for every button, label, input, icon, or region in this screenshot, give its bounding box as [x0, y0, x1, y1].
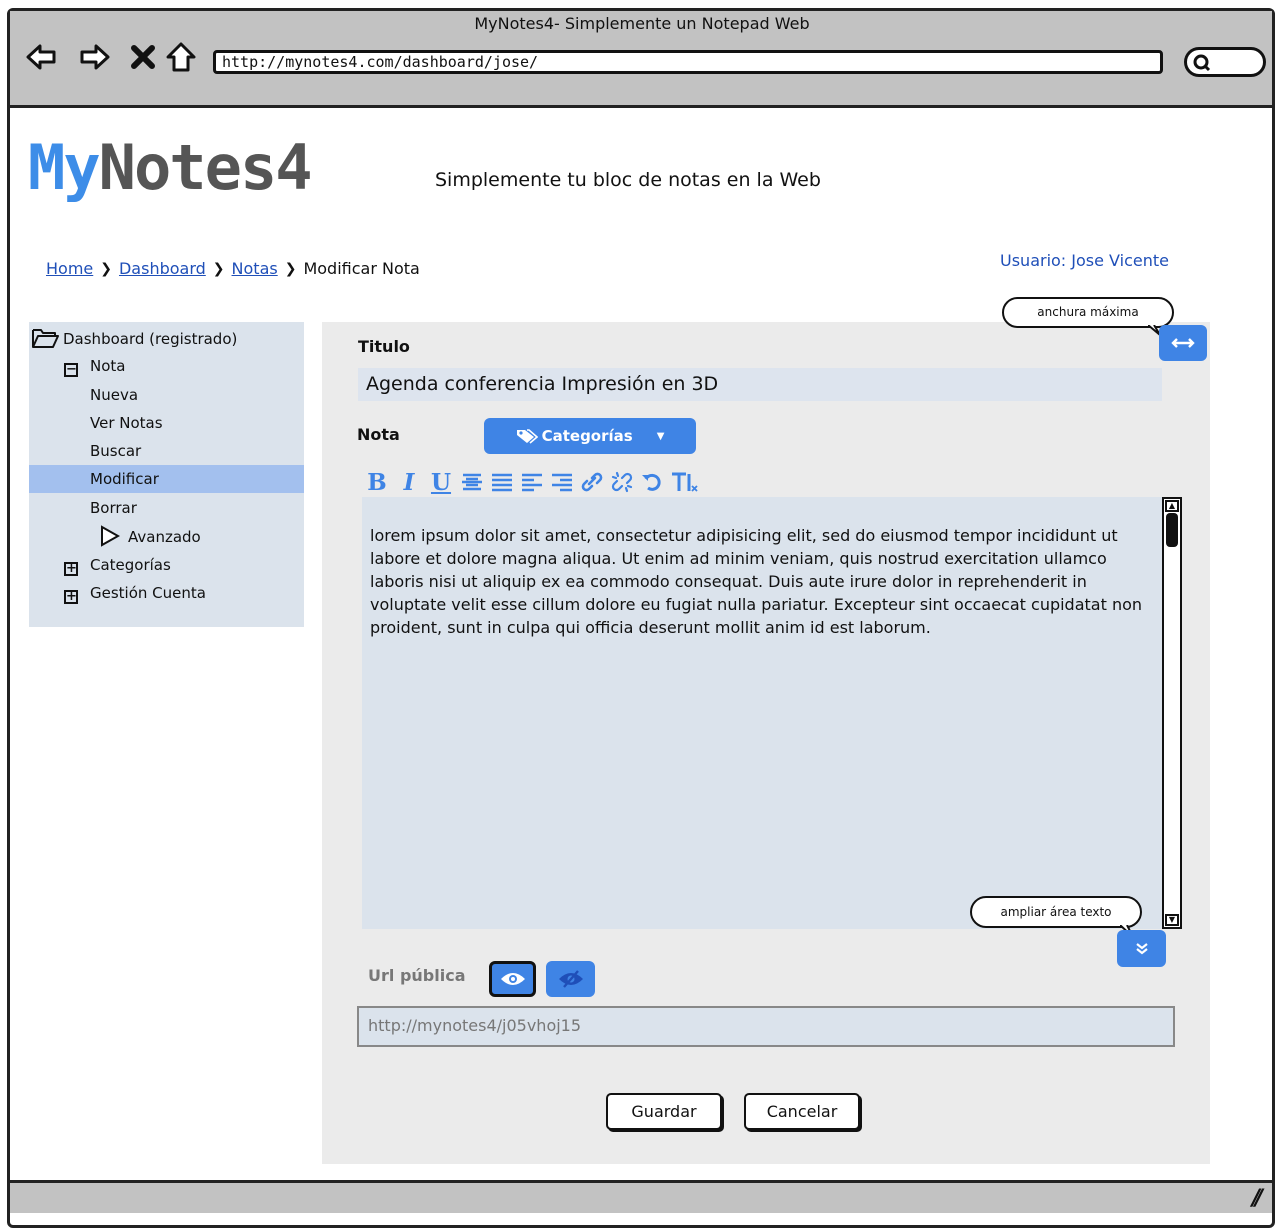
scroll-down-icon[interactable]: ▼ — [1165, 914, 1179, 926]
save-button[interactable]: Guardar — [606, 1093, 722, 1130]
logo-my: My — [28, 131, 101, 204]
logo-notes: Notes4 — [98, 131, 313, 204]
sidebar-item-dashboard[interactable]: Dashboard (registrado) — [31, 326, 237, 350]
home-icon[interactable] — [164, 40, 198, 74]
strikethrough-icon[interactable] — [460, 472, 484, 492]
note-label: Nota — [357, 425, 400, 444]
chevron-right-icon: ❯ — [100, 260, 112, 277]
sidebar-item-modificar[interactable]: Modificar — [29, 465, 304, 493]
expand-icon[interactable]: + — [64, 562, 78, 576]
public-url-label: Url pública — [368, 966, 466, 985]
italic-button[interactable]: I — [396, 469, 422, 496]
bold-button[interactable]: B — [364, 469, 390, 496]
sidebar-group-categorias[interactable]: + Categorías — [64, 554, 171, 576]
title-input[interactable]: Agenda conferencia Impresión en 3D — [358, 368, 1162, 401]
breadcrumb: Home ❯ Dashboard ❯ Notas ❯ Modificar Not… — [46, 259, 420, 278]
expand-icon[interactable]: + — [64, 590, 78, 604]
sidebar-item-label: Nota — [90, 357, 126, 375]
sidebar-group-nota[interactable]: − Nota — [64, 355, 125, 377]
site-logo[interactable]: MyNotes4 — [28, 131, 313, 204]
chevron-right-icon: ❯ — [212, 260, 225, 277]
clear-format-icon[interactable] — [670, 471, 698, 493]
breadcrumb-current: Modificar Nota — [303, 259, 420, 278]
breadcrumb-home[interactable]: Home — [46, 259, 93, 278]
link-icon[interactable] — [580, 471, 604, 493]
align-justify-icon[interactable] — [490, 472, 514, 492]
sidebar-item-label: Dashboard (registrado) — [63, 330, 238, 348]
undo-icon[interactable] — [640, 471, 664, 493]
categories-button-label: Categorías — [541, 427, 633, 445]
sidebar-group-gestion-cuenta[interactable]: + Gestión Cuenta — [64, 582, 206, 604]
sidebar-item-borrar[interactable]: Borrar — [90, 497, 137, 519]
align-left-icon[interactable] — [520, 472, 544, 492]
scroll-up-icon[interactable]: ▲ — [1165, 500, 1179, 512]
sidebar-item-avanzado[interactable]: Avanzado — [100, 525, 201, 548]
cancel-button[interactable]: Cancelar — [744, 1093, 860, 1130]
folder-open-icon — [32, 329, 59, 348]
public-url-field[interactable]: http://mynotes4/j05vhoj15 — [357, 1006, 1175, 1047]
collapse-icon[interactable]: − — [64, 363, 78, 377]
formatting-toolbar: B I U — [364, 467, 698, 497]
address-bar[interactable]: http://mynotes4.com/dashboard/jose/ — [213, 50, 1163, 74]
resize-grip-icon[interactable]: // — [1252, 1186, 1263, 1211]
categories-dropdown-button[interactable]: Categorías ▼ — [484, 418, 696, 454]
sidebar-item-nueva[interactable]: Nueva — [90, 384, 138, 406]
note-body-text[interactable]: lorem ipsum dolor sit amet, consectetur … — [370, 524, 1150, 639]
arrows-horizontal-icon — [1171, 338, 1195, 348]
user-label[interactable]: Usuario: Jose Vicente — [1000, 251, 1169, 270]
editor-scrollbar[interactable]: ▲ ▼ — [1162, 497, 1182, 929]
sidebar-item-buscar[interactable]: Buscar — [90, 440, 141, 462]
window-title: MyNotes4- Simplemente un Notepad Web — [474, 14, 810, 33]
eye-slash-icon — [558, 970, 583, 988]
browser-status-bar — [10, 1180, 1272, 1213]
breadcrumb-dashboard[interactable]: Dashboard — [119, 259, 206, 278]
callout-enlarge-text: ampliar área texto — [970, 896, 1142, 928]
enlarge-area-button[interactable] — [1117, 930, 1166, 967]
hide-public-url-button[interactable] — [546, 961, 595, 997]
forward-arrow-icon[interactable] — [78, 40, 112, 74]
tags-icon — [516, 429, 538, 444]
back-arrow-icon[interactable] — [24, 40, 58, 74]
eye-icon — [500, 973, 525, 985]
stop-icon[interactable] — [126, 40, 160, 74]
show-public-url-button[interactable] — [489, 961, 536, 997]
callout-max-width: anchura máxima — [1002, 297, 1174, 328]
title-label: Titulo — [358, 337, 410, 356]
align-right-icon[interactable] — [550, 472, 574, 492]
triangle-right-icon — [101, 525, 121, 547]
sidebar-item-label: Categorías — [90, 556, 171, 574]
double-chevron-down-icon — [1135, 942, 1148, 954]
browser-search-field[interactable] — [1184, 47, 1266, 77]
unlink-icon[interactable] — [610, 471, 634, 493]
magnifier-icon — [1193, 54, 1211, 72]
max-width-button[interactable] — [1159, 325, 1207, 361]
tagline: Simplemente tu bloc de notas en la Web — [435, 169, 821, 191]
caret-down-icon: ▼ — [656, 430, 665, 442]
underline-button[interactable]: U — [428, 469, 454, 496]
scroll-thumb[interactable] — [1166, 513, 1178, 547]
sidebar-item-ver-notas[interactable]: Ver Notas — [90, 412, 163, 434]
breadcrumb-notas[interactable]: Notas — [232, 259, 278, 278]
sidebar-item-label: Avanzado — [128, 528, 201, 546]
chevron-right-icon: ❯ — [284, 260, 297, 277]
sidebar-item-label: Gestión Cuenta — [90, 584, 206, 602]
